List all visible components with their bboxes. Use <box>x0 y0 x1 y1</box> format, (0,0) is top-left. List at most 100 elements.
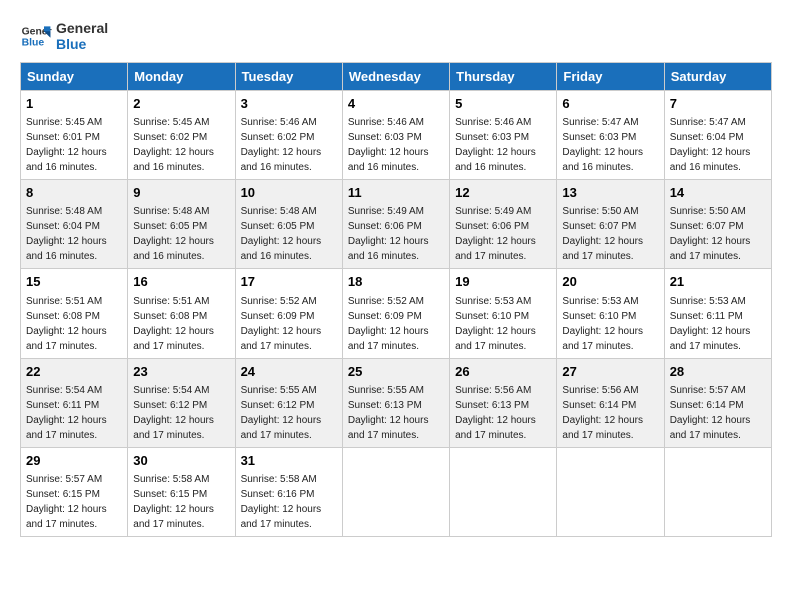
calendar-cell: 3 Sunrise: 5:46 AM Sunset: 6:02 PM Dayli… <box>235 91 342 180</box>
cell-sunrise: Sunrise: 5:46 AM <box>348 117 424 128</box>
day-number: 8 <box>26 184 122 202</box>
day-number: 1 <box>26 95 122 113</box>
day-number: 10 <box>241 184 337 202</box>
cell-sunrise: Sunrise: 5:58 AM <box>241 474 317 485</box>
cell-daylight: Daylight: 12 hours and 16 minutes. <box>241 236 322 262</box>
day-number: 25 <box>348 363 444 381</box>
cell-sunrise: Sunrise: 5:50 AM <box>670 206 746 217</box>
cell-daylight: Daylight: 12 hours and 16 minutes. <box>562 147 643 173</box>
cell-sunrise: Sunrise: 5:56 AM <box>455 385 531 396</box>
cell-sunset: Sunset: 6:15 PM <box>133 489 207 500</box>
cell-sunset: Sunset: 6:09 PM <box>241 311 315 322</box>
day-number: 7 <box>670 95 766 113</box>
cell-daylight: Daylight: 12 hours and 16 minutes. <box>455 147 536 173</box>
calendar-cell <box>342 447 449 536</box>
cell-daylight: Daylight: 12 hours and 17 minutes. <box>26 504 107 530</box>
day-number: 11 <box>348 184 444 202</box>
cell-daylight: Daylight: 12 hours and 17 minutes. <box>562 326 643 352</box>
day-number: 26 <box>455 363 551 381</box>
calendar-cell: 18 Sunrise: 5:52 AM Sunset: 6:09 PM Dayl… <box>342 269 449 358</box>
col-header-monday: Monday <box>128 63 235 91</box>
cell-sunrise: Sunrise: 5:50 AM <box>562 206 638 217</box>
calendar-cell: 28 Sunrise: 5:57 AM Sunset: 6:14 PM Dayl… <box>664 358 771 447</box>
cell-sunset: Sunset: 6:10 PM <box>455 311 529 322</box>
cell-sunrise: Sunrise: 5:51 AM <box>133 296 209 307</box>
cell-sunrise: Sunrise: 5:46 AM <box>455 117 531 128</box>
cell-sunrise: Sunrise: 5:54 AM <box>133 385 209 396</box>
cell-daylight: Daylight: 12 hours and 17 minutes. <box>133 415 214 441</box>
cell-sunrise: Sunrise: 5:48 AM <box>241 206 317 217</box>
day-number: 22 <box>26 363 122 381</box>
day-number: 31 <box>241 452 337 470</box>
cell-sunset: Sunset: 6:12 PM <box>133 400 207 411</box>
day-number: 23 <box>133 363 229 381</box>
cell-sunrise: Sunrise: 5:49 AM <box>348 206 424 217</box>
cell-sunset: Sunset: 6:14 PM <box>670 400 744 411</box>
logo-icon: General Blue <box>20 20 52 52</box>
cell-sunrise: Sunrise: 5:53 AM <box>455 296 531 307</box>
cell-sunrise: Sunrise: 5:52 AM <box>241 296 317 307</box>
calendar-cell: 26 Sunrise: 5:56 AM Sunset: 6:13 PM Dayl… <box>450 358 557 447</box>
col-header-wednesday: Wednesday <box>342 63 449 91</box>
cell-daylight: Daylight: 12 hours and 17 minutes. <box>26 415 107 441</box>
cell-daylight: Daylight: 12 hours and 17 minutes. <box>241 504 322 530</box>
calendar-cell: 4 Sunrise: 5:46 AM Sunset: 6:03 PM Dayli… <box>342 91 449 180</box>
calendar-cell: 29 Sunrise: 5:57 AM Sunset: 6:15 PM Dayl… <box>21 447 128 536</box>
calendar-cell: 30 Sunrise: 5:58 AM Sunset: 6:15 PM Dayl… <box>128 447 235 536</box>
calendar-cell: 8 Sunrise: 5:48 AM Sunset: 6:04 PM Dayli… <box>21 180 128 269</box>
calendar-cell: 11 Sunrise: 5:49 AM Sunset: 6:06 PM Dayl… <box>342 180 449 269</box>
cell-sunrise: Sunrise: 5:56 AM <box>562 385 638 396</box>
cell-sunrise: Sunrise: 5:51 AM <box>26 296 102 307</box>
cell-daylight: Daylight: 12 hours and 16 minutes. <box>133 236 214 262</box>
cell-sunrise: Sunrise: 5:58 AM <box>133 474 209 485</box>
cell-sunrise: Sunrise: 5:48 AM <box>133 206 209 217</box>
cell-daylight: Daylight: 12 hours and 16 minutes. <box>348 236 429 262</box>
day-number: 3 <box>241 95 337 113</box>
cell-daylight: Daylight: 12 hours and 17 minutes. <box>133 504 214 530</box>
cell-sunrise: Sunrise: 5:57 AM <box>26 474 102 485</box>
day-number: 14 <box>670 184 766 202</box>
cell-daylight: Daylight: 12 hours and 17 minutes. <box>670 236 751 262</box>
calendar-cell: 19 Sunrise: 5:53 AM Sunset: 6:10 PM Dayl… <box>450 269 557 358</box>
cell-sunrise: Sunrise: 5:46 AM <box>241 117 317 128</box>
cell-daylight: Daylight: 12 hours and 17 minutes. <box>133 326 214 352</box>
day-number: 15 <box>26 273 122 291</box>
calendar-cell <box>664 447 771 536</box>
calendar-cell: 20 Sunrise: 5:53 AM Sunset: 6:10 PM Dayl… <box>557 269 664 358</box>
header-row: SundayMondayTuesdayWednesdayThursdayFrid… <box>21 63 772 91</box>
day-number: 21 <box>670 273 766 291</box>
cell-sunset: Sunset: 6:15 PM <box>26 489 100 500</box>
cell-daylight: Daylight: 12 hours and 17 minutes. <box>455 236 536 262</box>
cell-sunset: Sunset: 6:06 PM <box>348 221 422 232</box>
cell-daylight: Daylight: 12 hours and 17 minutes. <box>26 326 107 352</box>
logo-blue: Blue <box>56 36 108 52</box>
cell-daylight: Daylight: 12 hours and 16 minutes. <box>26 236 107 262</box>
week-row-3: 15 Sunrise: 5:51 AM Sunset: 6:08 PM Dayl… <box>21 269 772 358</box>
cell-daylight: Daylight: 12 hours and 16 minutes. <box>26 147 107 173</box>
day-number: 27 <box>562 363 658 381</box>
day-number: 5 <box>455 95 551 113</box>
cell-daylight: Daylight: 12 hours and 16 minutes. <box>241 147 322 173</box>
cell-daylight: Daylight: 12 hours and 17 minutes. <box>670 326 751 352</box>
calendar-cell: 13 Sunrise: 5:50 AM Sunset: 6:07 PM Dayl… <box>557 180 664 269</box>
cell-sunset: Sunset: 6:07 PM <box>670 221 744 232</box>
calendar-cell: 1 Sunrise: 5:45 AM Sunset: 6:01 PM Dayli… <box>21 91 128 180</box>
calendar-cell: 21 Sunrise: 5:53 AM Sunset: 6:11 PM Dayl… <box>664 269 771 358</box>
cell-daylight: Daylight: 12 hours and 17 minutes. <box>455 326 536 352</box>
cell-sunset: Sunset: 6:04 PM <box>26 221 100 232</box>
cell-daylight: Daylight: 12 hours and 16 minutes. <box>133 147 214 173</box>
col-header-sunday: Sunday <box>21 63 128 91</box>
cell-daylight: Daylight: 12 hours and 17 minutes. <box>455 415 536 441</box>
calendar-cell: 10 Sunrise: 5:48 AM Sunset: 6:05 PM Dayl… <box>235 180 342 269</box>
day-number: 28 <box>670 363 766 381</box>
logo-general: General <box>56 20 108 36</box>
calendar-cell: 7 Sunrise: 5:47 AM Sunset: 6:04 PM Dayli… <box>664 91 771 180</box>
day-number: 12 <box>455 184 551 202</box>
cell-sunset: Sunset: 6:07 PM <box>562 221 636 232</box>
day-number: 20 <box>562 273 658 291</box>
col-header-thursday: Thursday <box>450 63 557 91</box>
day-number: 16 <box>133 273 229 291</box>
cell-sunset: Sunset: 6:11 PM <box>670 311 743 322</box>
day-number: 6 <box>562 95 658 113</box>
cell-sunrise: Sunrise: 5:45 AM <box>133 117 209 128</box>
